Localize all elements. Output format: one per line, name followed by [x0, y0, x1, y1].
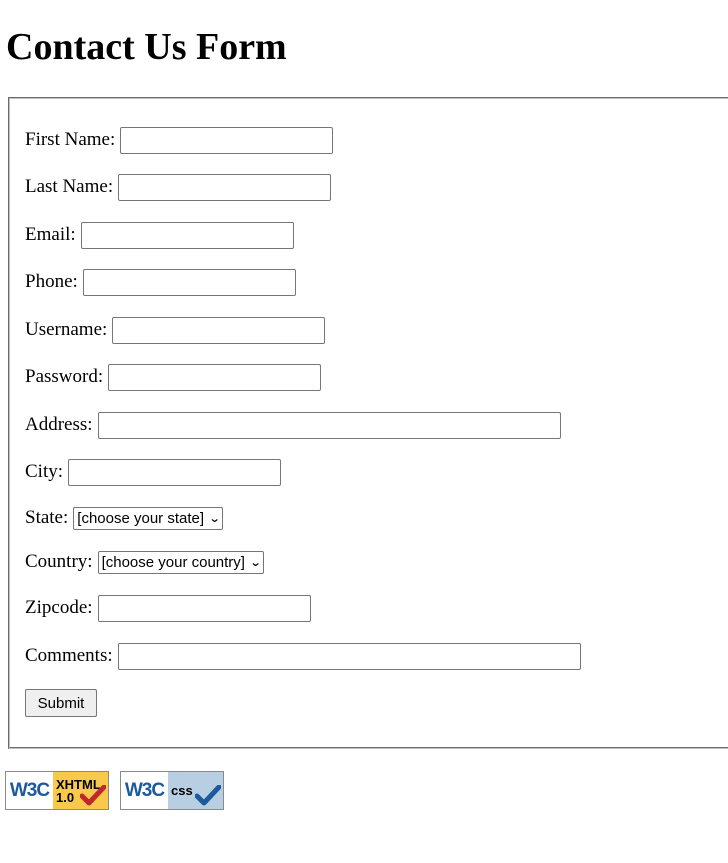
last-name-row: Last Name: — [25, 173, 332, 201]
css-badge-label: css — [168, 772, 223, 809]
email-row: Email: — [25, 221, 294, 249]
city-label: City: — [25, 461, 64, 482]
email-label: Email: — [25, 224, 76, 245]
country-select-value: [choose your country] — [101, 553, 245, 571]
phone-input[interactable] — [82, 268, 296, 296]
address-input[interactable] — [97, 411, 561, 439]
country-label: Country: — [25, 551, 93, 572]
email-input[interactable] — [80, 221, 294, 249]
last-name-input[interactable] — [118, 173, 332, 201]
password-label: Password: — [25, 366, 104, 387]
comments-input[interactable] — [117, 642, 581, 670]
chevron-down-icon: ⌄ — [249, 556, 262, 569]
username-input[interactable] — [112, 316, 326, 344]
xhtml-badge-label: XHTML 1.0 — [53, 772, 108, 809]
password-row: Password: — [25, 363, 322, 391]
country-row: Country: [choose your country] ⌄ — [25, 548, 265, 576]
state-row: State: [choose your state] ⌄ — [25, 504, 224, 532]
state-select[interactable]: [choose your state] ⌄ — [73, 506, 224, 530]
username-row: Username: — [25, 316, 326, 344]
first-name-label: First Name: — [25, 129, 116, 150]
last-name-label: Last Name: — [25, 176, 114, 197]
w3c-logo: W3C — [121, 772, 168, 809]
state-label: State: — [25, 507, 69, 528]
first-name-input[interactable] — [120, 126, 334, 154]
check-icon — [195, 785, 221, 806]
comments-row: Comments: — [25, 642, 581, 670]
address-label: Address: — [25, 414, 93, 435]
zipcode-input[interactable] — [97, 594, 311, 622]
phone-label: Phone: — [25, 271, 78, 292]
first-name-row: First Name: — [25, 126, 334, 154]
password-input[interactable] — [108, 363, 322, 391]
phone-row: Phone: — [25, 268, 296, 296]
address-row: Address: — [25, 411, 561, 439]
zipcode-label: Zipcode: — [25, 597, 93, 618]
state-select-value: [choose your state] — [77, 509, 205, 527]
username-label: Username: — [25, 319, 108, 340]
submit-button[interactable]: Submit — [25, 689, 97, 717]
country-select[interactable]: [choose your country] ⌄ — [97, 550, 265, 574]
w3c-xhtml-badge[interactable]: W3C XHTML 1.0 — [5, 771, 109, 810]
w3c-logo: W3C — [6, 772, 53, 809]
zipcode-row: Zipcode: — [25, 594, 311, 622]
check-icon — [80, 785, 106, 806]
page-title: Contact Us Form — [6, 26, 287, 68]
comments-label: Comments: — [25, 645, 113, 666]
w3c-css-badge[interactable]: W3C css — [120, 771, 224, 810]
city-input[interactable] — [68, 458, 282, 486]
city-row: City: — [25, 458, 282, 486]
chevron-down-icon: ⌄ — [208, 512, 221, 525]
